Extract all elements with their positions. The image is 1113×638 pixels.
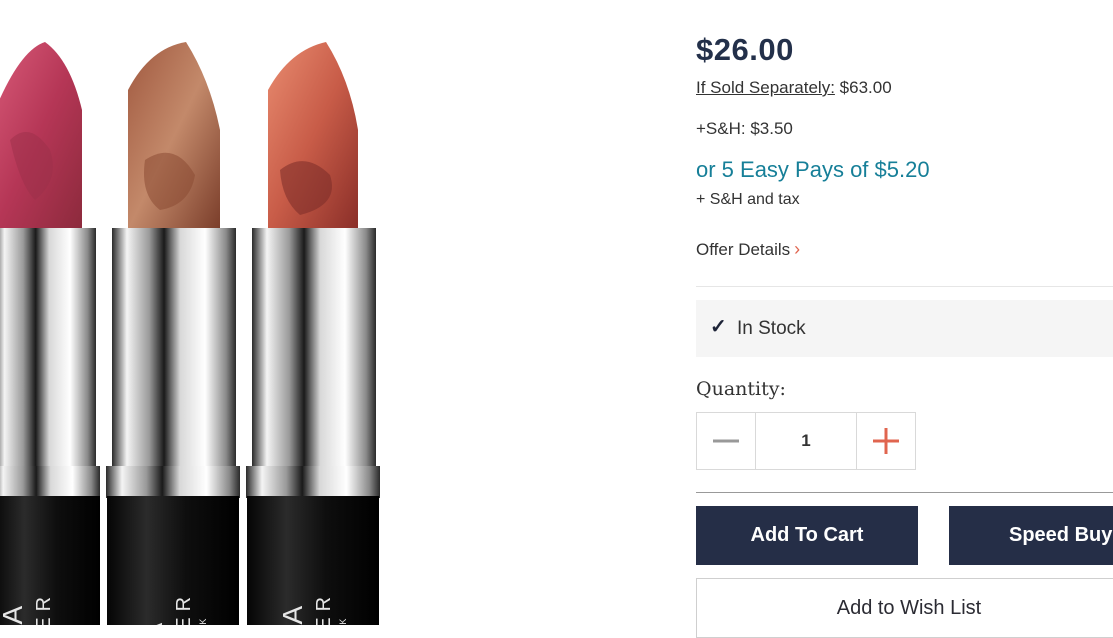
sold-separately-value: $63.00 (839, 78, 892, 97)
easy-pay-offer: or 5 Easy Pays of $5.20 (696, 157, 930, 182)
check-icon: ✓ (710, 316, 727, 338)
quantity-value[interactable]: 1 (756, 413, 856, 469)
quantity-stepper: 1 (696, 412, 916, 470)
svg-text:LLER: LLER (313, 591, 335, 625)
stock-status-label: In Stock (737, 318, 806, 339)
minus-icon (713, 439, 739, 443)
increase-quantity-button[interactable] (856, 413, 915, 469)
stock-status: ✓ In Stock (696, 300, 1113, 357)
sold-separately-label[interactable]: If Sold Separately: (696, 78, 835, 97)
svg-text:LLER: LLER (33, 591, 55, 625)
offer-details-label: Offer Details (696, 240, 791, 259)
lipstick-coral (246, 42, 380, 625)
divider (696, 492, 1113, 493)
lipstick-trio-image: URA LLER URA LLER W YORK URA LLER W YORK (0, 42, 380, 625)
shipping-handling: +S&H: $3.50 (696, 119, 793, 138)
decrease-quantity-button[interactable] (697, 413, 756, 469)
lipstick-pink (0, 42, 100, 625)
purchase-panel: $26.00 If Sold Separately: $63.00 +S&H: … (696, 0, 1113, 638)
lipstick-brown (106, 42, 240, 625)
chevron-right-icon: › (794, 239, 801, 259)
svg-text:URA: URA (277, 606, 308, 625)
svg-text:URA: URA (0, 606, 28, 625)
divider (696, 286, 1113, 287)
product-image[interactable]: URA LLER URA LLER W YORK URA LLER W YORK (0, 0, 600, 625)
offer-details-link[interactable]: Offer Details › (696, 239, 800, 260)
add-to-wish-list-button[interactable]: Add to Wish List (696, 578, 1113, 638)
product-price: $26.00 (696, 32, 794, 67)
easy-pay-note: + S&H and tax (696, 191, 800, 208)
svg-text:W YORK: W YORK (198, 617, 208, 625)
sold-separately: If Sold Separately: $63.00 (696, 78, 892, 98)
svg-text:W YORK: W YORK (338, 617, 348, 625)
plus-icon (873, 428, 899, 454)
svg-text:LLER: LLER (173, 591, 195, 625)
speed-buy-button[interactable]: Speed Buy (949, 506, 1113, 565)
add-to-cart-button[interactable]: Add To Cart (696, 506, 918, 565)
quantity-label: Quantity: (696, 378, 786, 400)
